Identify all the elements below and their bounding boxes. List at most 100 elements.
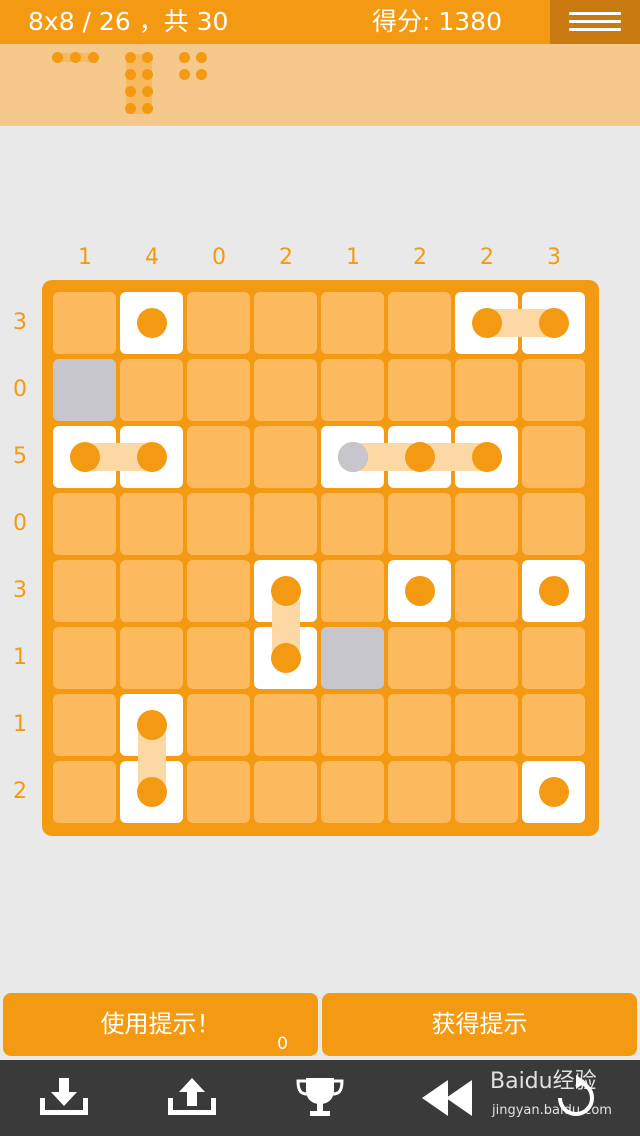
grid-cell[interactable] (120, 627, 183, 689)
ship-peg (136, 442, 167, 472)
ship-peg (404, 442, 435, 472)
piece-dot (179, 52, 190, 63)
grid-cell[interactable] (522, 694, 585, 756)
get-hint-button[interactable]: 获得提示 (322, 993, 637, 1056)
trophy-icon[interactable] (290, 1072, 350, 1124)
piece-dot (142, 103, 153, 114)
rewind-icon[interactable] (418, 1072, 478, 1124)
col-clue: 3 (547, 245, 561, 270)
menu-icon-line (569, 20, 621, 23)
grid-cell[interactable] (522, 627, 585, 689)
grid-cell[interactable] (522, 359, 585, 421)
grid-cell[interactable] (321, 292, 384, 354)
game-screen: 8x8 / 26 ，共 30 得分: 1380 1 4 0 2 1 2 2 3 … (0, 0, 640, 1136)
menu-icon (569, 12, 621, 15)
piece-dot (142, 52, 153, 63)
grid-cell[interactable] (455, 560, 518, 622)
grid-cell[interactable] (187, 694, 250, 756)
puzzle-board (42, 280, 599, 836)
grid-cell[interactable] (321, 761, 384, 823)
piece-dot (125, 86, 136, 97)
grid-cell[interactable] (321, 359, 384, 421)
ship-peg (136, 710, 167, 740)
ship-peg (471, 442, 502, 472)
download-icon[interactable] (34, 1072, 94, 1124)
piece-dot (196, 52, 207, 63)
grid-cell[interactable] (321, 560, 384, 622)
ship-peg (538, 576, 569, 606)
ship-peg (538, 308, 569, 338)
grid-cell[interactable] (53, 493, 116, 555)
level-progress: 8x8 / 26 ，共 30 (28, 7, 229, 36)
piece-dot (125, 52, 136, 63)
grid-cell[interactable] (53, 761, 116, 823)
grid-cell[interactable] (187, 627, 250, 689)
grid-cell[interactable] (455, 359, 518, 421)
grid-cell[interactable] (388, 359, 451, 421)
ship-peg (270, 643, 301, 673)
row-clue: 2 (13, 779, 27, 804)
row-clue: 5 (13, 444, 27, 469)
grid-cell[interactable] (254, 426, 317, 488)
col-clue: 0 (212, 245, 226, 270)
ship-peg (270, 576, 301, 606)
piece-dot (142, 69, 153, 80)
grid-cell[interactable] (187, 761, 250, 823)
grid-cell[interactable] (388, 761, 451, 823)
grid-cell[interactable] (254, 292, 317, 354)
grid-cell[interactable] (53, 292, 116, 354)
col-clue: 1 (78, 245, 92, 270)
col-clue: 2 (413, 245, 427, 270)
row-clue: 3 (13, 310, 27, 335)
grid-cell[interactable] (254, 493, 317, 555)
get-hint-label: 获得提示 (431, 1010, 528, 1038)
row-clue: 0 (13, 511, 27, 536)
grid-cell[interactable] (455, 761, 518, 823)
piece-dot (125, 103, 136, 114)
grid-cell[interactable] (388, 493, 451, 555)
ship-peg (136, 777, 167, 807)
grid-cell[interactable] (187, 426, 250, 488)
grid-cell[interactable] (455, 493, 518, 555)
ship-peg (404, 576, 435, 606)
grid-cell[interactable] (455, 627, 518, 689)
col-clue: 4 (145, 245, 159, 270)
grid-cell[interactable] (321, 694, 384, 756)
ship-peg (471, 308, 502, 338)
ship-peg (136, 308, 167, 338)
grid-cell[interactable] (321, 493, 384, 555)
grid-cell[interactable] (522, 426, 585, 488)
grid-cell[interactable] (53, 694, 116, 756)
grid-cell[interactable] (254, 359, 317, 421)
menu-button[interactable] (550, 0, 640, 44)
col-clue: 2 (279, 245, 293, 270)
piece-dot (125, 69, 136, 80)
grid-cell[interactable] (187, 292, 250, 354)
piece-dot (88, 52, 99, 63)
grid-cell[interactable] (388, 292, 451, 354)
upload-icon[interactable] (162, 1072, 222, 1124)
piece-dot (52, 52, 63, 63)
grid-cell[interactable] (388, 694, 451, 756)
use-hint-button[interactable]: 使用提示！ 0 (3, 993, 318, 1056)
grid-cell[interactable] (53, 627, 116, 689)
grid-cell[interactable] (254, 761, 317, 823)
grid-cell[interactable] (187, 560, 250, 622)
grid-cell[interactable] (120, 560, 183, 622)
water-cell[interactable] (53, 359, 116, 421)
piece-dot (196, 69, 207, 80)
grid-cell[interactable] (455, 694, 518, 756)
grid-cell[interactable] (120, 493, 183, 555)
grid-cell[interactable] (120, 359, 183, 421)
grid-cell[interactable] (254, 694, 317, 756)
grid-cell[interactable] (187, 493, 250, 555)
grid-cell[interactable] (53, 560, 116, 622)
grid-cell[interactable] (522, 493, 585, 555)
pending-peg (337, 442, 368, 472)
col-clue: 2 (480, 245, 494, 270)
grid-cell[interactable] (187, 359, 250, 421)
menu-icon-line (569, 28, 621, 31)
grid-cell[interactable] (388, 627, 451, 689)
water-cell[interactable] (321, 627, 384, 689)
col-clue: 1 (346, 245, 360, 270)
